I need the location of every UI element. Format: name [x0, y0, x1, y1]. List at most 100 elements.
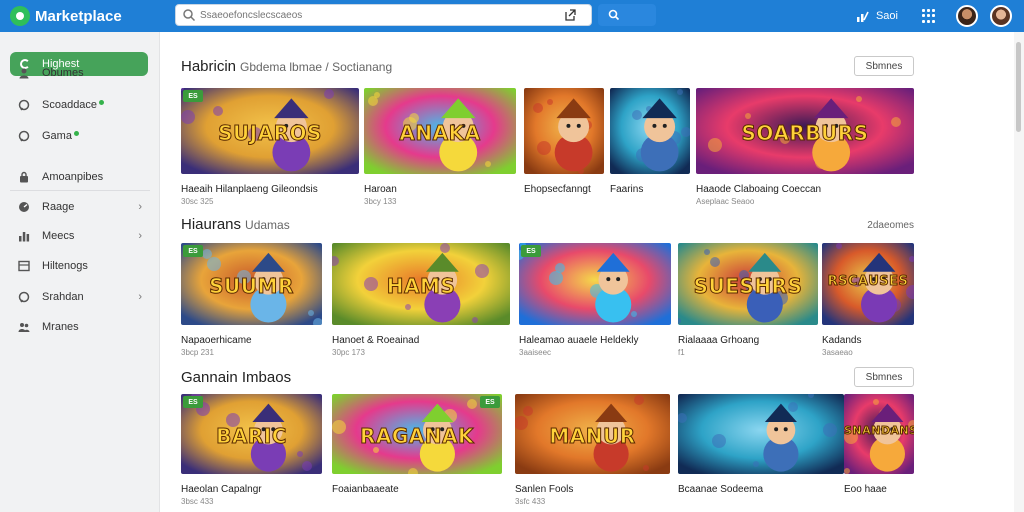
- chat-icon: [18, 99, 30, 111]
- game-card[interactable]: MANUR Sanlen Fools 3sfc 433: [515, 394, 670, 506]
- avatar-secondary[interactable]: [990, 5, 1012, 27]
- game-card[interactable]: Bcaanae Sodeema: [678, 394, 844, 497]
- game-title[interactable]: Faarins: [610, 184, 690, 195]
- game-thumbnail[interactable]: [524, 88, 604, 174]
- game-title[interactable]: Haeaih Hilanplaeng Gileondsis: [181, 184, 359, 195]
- user-group-icon: [18, 321, 30, 333]
- game-thumbnail[interactable]: RAGANAK ES: [332, 394, 502, 474]
- sidebar-item-amoanpibes[interactable]: Amoanpibes: [18, 168, 146, 186]
- game-card[interactable]: Ehopsecfanngt: [524, 88, 604, 197]
- sidebar-item-label: Raage: [42, 201, 75, 213]
- avatar[interactable]: [956, 5, 978, 27]
- game-art-title: RAGANAK: [360, 424, 475, 449]
- game-card[interactable]: BARIC ES Haeolan Capalngr 3bsc 433: [181, 394, 322, 506]
- sidebar-item-label: Obumes: [42, 67, 84, 79]
- game-card[interactable]: Faarins: [610, 88, 690, 197]
- game-title[interactable]: Rialaaaa Grhoang: [678, 335, 818, 346]
- game-title[interactable]: Haeolan Capalngr: [181, 484, 322, 495]
- game-title[interactable]: Sanlen Fools: [515, 484, 670, 495]
- brand-name: Marketplace: [35, 7, 122, 25]
- badge: ES: [521, 245, 541, 257]
- search-input[interactable]: [200, 9, 563, 21]
- game-title[interactable]: Ehopsecfanngt: [524, 184, 604, 195]
- game-title[interactable]: Napaoerhicame: [181, 335, 322, 346]
- game-thumbnail[interactable]: [678, 394, 844, 474]
- section-link[interactable]: 2daeomes: [867, 220, 914, 231]
- sidebar-item-mranes[interactable]: Mranes: [18, 318, 146, 336]
- game-card[interactable]: HAMS Hanoet & Roeainad 30pc 173: [332, 243, 510, 357]
- game-card[interactable]: ES Haleamao auaele Heldekly 3aaiseec: [519, 243, 671, 357]
- game-thumbnail[interactable]: ANAKA: [364, 88, 516, 174]
- section-heading: Gannain Imbaos: [181, 369, 292, 386]
- sidebar-item-label: Gama: [42, 130, 72, 142]
- trending-chart-icon: [856, 11, 869, 22]
- game-thumbnail[interactable]: SUESHRS: [678, 243, 818, 325]
- share-icon[interactable]: [563, 8, 577, 22]
- badge: ES: [183, 245, 203, 257]
- game-thumbnail[interactable]: BARIC ES: [181, 394, 322, 474]
- game-thumbnail[interactable]: HAMS: [332, 243, 510, 325]
- badge: ES: [183, 90, 203, 102]
- game-title[interactable]: Kadands: [822, 335, 914, 346]
- game-title[interactable]: Bcaanae Sodeema: [678, 484, 844, 495]
- game-thumbnail[interactable]: RSCAUSES: [822, 243, 914, 325]
- top-header: Marketplace Saoi: [0, 0, 1024, 32]
- sidebar-item-gama[interactable]: Gama: [18, 127, 146, 145]
- game-thumbnail[interactable]: MANUR: [515, 394, 670, 474]
- stats-link[interactable]: Saoi: [856, 10, 898, 22]
- scrollbar-thumb[interactable]: [1016, 42, 1021, 132]
- sidebar-item-label: Hiltenogs: [42, 260, 88, 272]
- section-subtitle: Udamas: [245, 218, 290, 232]
- game-card[interactable]: SUJAROS ES Haeaih Hilanplaeng Gileondsis 30…: [181, 88, 359, 206]
- game-thumbnail[interactable]: [610, 88, 690, 174]
- game-title[interactable]: Haroan: [364, 184, 516, 195]
- game-card[interactable]: SOARBURS Haaode Claboaing Coeccan Aseplaac…: [696, 88, 914, 206]
- game-art-title: SUESHRS: [693, 274, 803, 299]
- game-meta: 30sc 325: [181, 197, 214, 206]
- badge: ES: [480, 396, 500, 408]
- sidebar-item-scoaddace[interactable]: Scoaddace: [18, 96, 146, 114]
- sidebar-item-hiltenogs[interactable]: Hiltenogs: [18, 257, 146, 275]
- gauge-icon: [18, 201, 30, 213]
- game-meta: 3asaeao: [822, 348, 853, 357]
- game-card[interactable]: RSCAUSES Kadands 3asaeao: [822, 243, 914, 357]
- section-subtitle: Gbdema lbmae / Soctianang: [240, 60, 393, 74]
- game-title[interactable]: Haleamao auaele Heldekly: [519, 335, 671, 346]
- apps-grid-icon[interactable]: [922, 9, 936, 23]
- game-art-title: HAMS: [386, 274, 456, 299]
- section-see-more-button[interactable]: Sbmnes: [854, 56, 914, 76]
- game-art-title: SNANDANS: [844, 424, 914, 438]
- game-card[interactable]: SUUMR ES Napaoerhicame 3bcp 231: [181, 243, 322, 357]
- game-title[interactable]: Eoo haae: [844, 484, 914, 495]
- game-thumbnail[interactable]: SNANDANS: [844, 394, 914, 474]
- game-art-title: ANAKA: [399, 120, 481, 145]
- game-thumbnail[interactable]: SOARBURS: [696, 88, 914, 174]
- sidebar-item-label: Mranes: [42, 321, 79, 333]
- online-dot: [73, 130, 79, 136]
- sidebar-item-srahdan[interactable]: Srahdan ›: [18, 288, 146, 306]
- search-bar[interactable]: [175, 4, 592, 26]
- game-art-title: RSCAUSES: [827, 274, 909, 290]
- game-title[interactable]: Haaode Claboaing Coeccan: [696, 184, 914, 195]
- game-thumbnail[interactable]: SUJAROS ES: [181, 88, 359, 174]
- sidebar-item-label: Srahdan: [42, 291, 84, 303]
- sidebar-item-obumes[interactable]: Obumes: [18, 64, 146, 82]
- chat-icon: [18, 130, 30, 142]
- sidebar-divider: [10, 190, 150, 191]
- brand-logo[interactable]: Marketplace: [10, 6, 160, 26]
- game-thumbnail[interactable]: SUUMR ES: [181, 243, 322, 325]
- game-title[interactable]: Hanoet & Roeainad: [332, 335, 510, 346]
- list-icon: [18, 260, 30, 272]
- game-card[interactable]: SNANDANS Eoo haae: [844, 394, 914, 497]
- game-thumbnail[interactable]: ES: [519, 243, 671, 325]
- game-card[interactable]: RAGANAK ES Foaianbaaeate: [332, 394, 502, 497]
- sidebar-item-meecs[interactable]: Meecs ›: [18, 227, 146, 245]
- game-card[interactable]: SUESHRS Rialaaaa Grhoang f1: [678, 243, 818, 357]
- scrollbar[interactable]: [1014, 32, 1024, 512]
- section-see-more-button[interactable]: Sbmnes: [854, 367, 914, 387]
- search-button[interactable]: [598, 4, 656, 26]
- game-card[interactable]: ANAKA Haroan 3bcy 133: [364, 88, 516, 206]
- game-title[interactable]: Foaianbaaeate: [332, 484, 502, 495]
- sidebar-item-raage[interactable]: Raage ›: [18, 198, 146, 216]
- section-title: Habricin Gbdema lbmae / Soctianang: [181, 58, 392, 75]
